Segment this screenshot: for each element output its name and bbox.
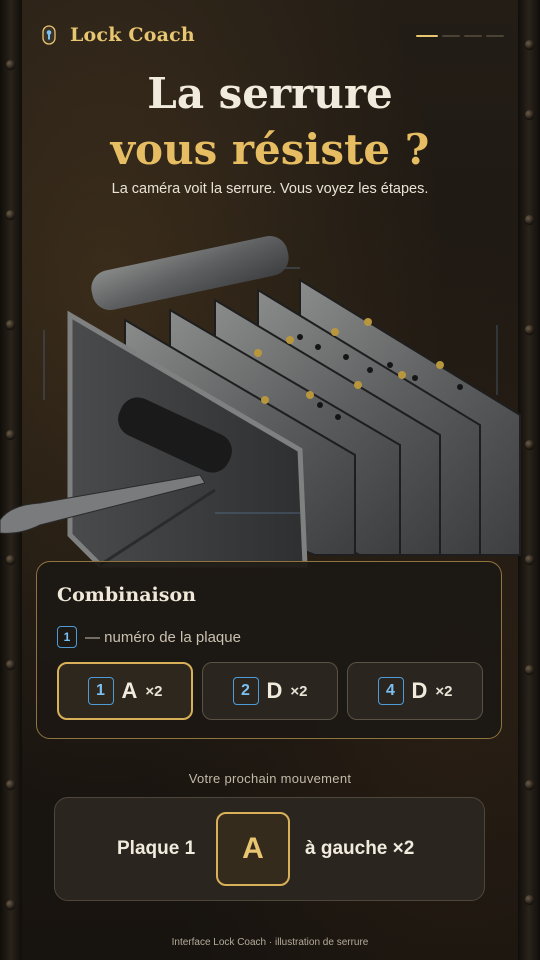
next-move-card[interactable]: Plaque 1 A à gauche ×2: [54, 797, 485, 901]
combination-card: Combinaison 1 — numéro de la plaque 1 A …: [36, 561, 502, 739]
step-progress: [416, 35, 504, 37]
progress-segment: [486, 35, 504, 37]
next-move-direction: à gauche ×2: [305, 838, 415, 859]
hero-title-line-1: La serrure: [147, 69, 393, 118]
progress-segment: [442, 35, 460, 37]
step-repeat: ×2: [290, 682, 308, 700]
combination-step-1[interactable]: 1 A ×2: [57, 662, 193, 720]
legend-text: — numéro de la plaque: [85, 628, 241, 646]
lock-illustration: [0, 235, 521, 568]
next-move-letter: A: [216, 812, 290, 886]
step-letter: D: [266, 678, 283, 703]
rivet: [6, 660, 15, 669]
step-repeat: ×2: [145, 682, 163, 700]
rivet: [525, 895, 534, 904]
plate-number-legend: 1 — numéro de la plaque: [57, 626, 241, 648]
rivet: [525, 40, 534, 49]
legend-number-badge: 1: [57, 626, 77, 648]
subtitle: La caméra voit la serrure. Vous voyez le…: [111, 181, 429, 197]
progress-segment-active: [416, 35, 438, 37]
footer-caption: Interface Lock Coach · illustration de s…: [171, 937, 369, 948]
app-screen: Lock Coach La serrure vous résiste ? La …: [0, 0, 540, 960]
step-letter: D: [411, 678, 428, 703]
rivet: [6, 900, 15, 909]
combination-step-3[interactable]: 4 D ×2: [347, 662, 483, 720]
rivet: [525, 665, 534, 674]
plate-number-badge: 2: [232, 677, 259, 705]
next-move-plate: Plaque 1: [117, 838, 196, 859]
hero-title: La serrure vous résiste ?: [0, 66, 540, 178]
rivet: [525, 215, 534, 224]
hero-title-line-2: vous résiste ?: [110, 125, 430, 174]
keyhole-icon: [42, 25, 56, 45]
step-letter: A: [121, 678, 138, 703]
progress-segment: [464, 35, 482, 37]
next-move-label: Votre prochain mouvement: [188, 771, 352, 786]
combination-title: Combinaison: [57, 584, 196, 606]
combination-step-2[interactable]: 2 D ×2: [202, 662, 338, 720]
rivet: [6, 210, 15, 219]
step-repeat: ×2: [435, 682, 453, 700]
brand: Lock Coach: [42, 24, 195, 46]
combination-steps: 1 A ×2 2 D ×2 4 D ×2: [57, 662, 483, 720]
plate-number-badge: 1: [87, 677, 114, 705]
plate-number-badge: 4: [377, 677, 404, 705]
brand-name: Lock Coach: [70, 24, 195, 46]
